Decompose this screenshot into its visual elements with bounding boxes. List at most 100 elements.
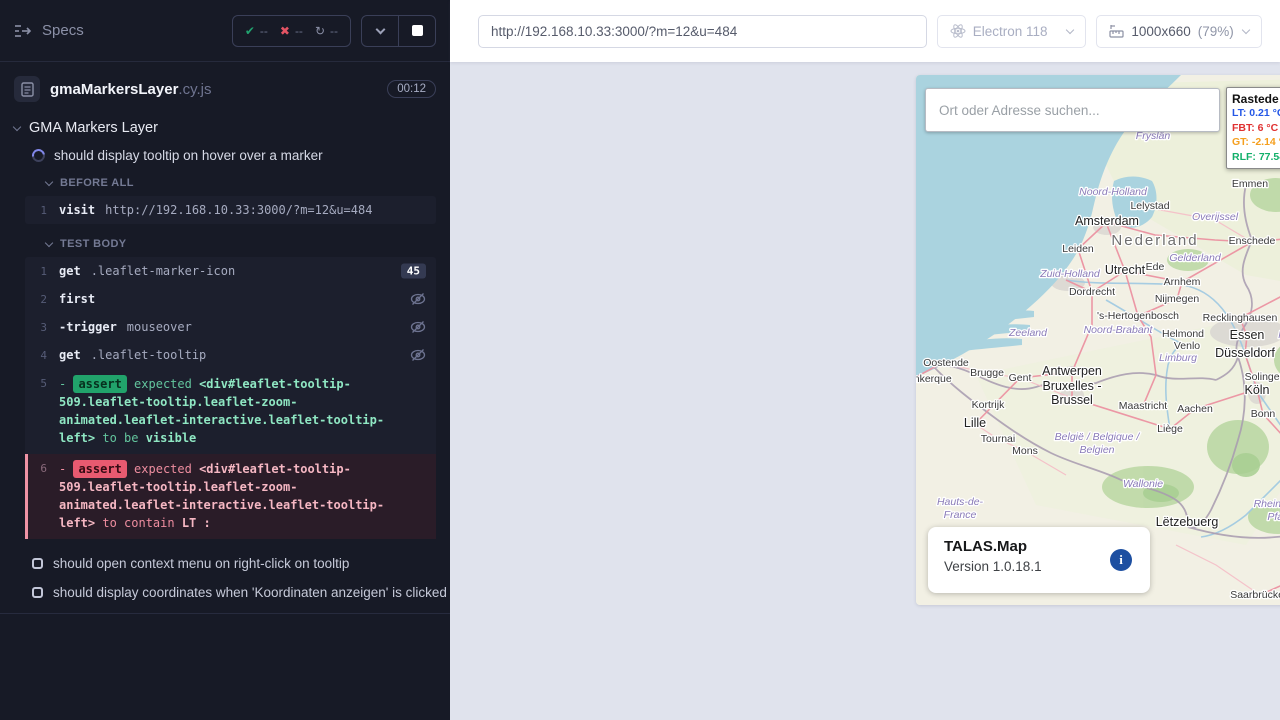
tooltip-station-name: Rastede <box>1232 92 1280 106</box>
map-place-label: Köln <box>1244 383 1269 397</box>
map-place-label: Noord-Holland <box>1079 186 1148 198</box>
test-body-commands: 1get.leaflet-marker-icon452first3-trigge… <box>25 257 436 539</box>
test-body-hook[interactable]: TEST BODY <box>0 224 450 250</box>
map-place-label: Essen <box>1230 328 1265 342</box>
map-place-label: Overijssel <box>1192 211 1239 223</box>
cypress-reporter: Specs ✔-- ✖-- ↻-- gmaMarkersLayer.cy.js <box>0 0 450 720</box>
map-place-label: Noord-Brabant <box>1084 324 1154 336</box>
browser-selector[interactable]: Electron 118 <box>937 15 1087 48</box>
map-place-label: Gent <box>1009 372 1032 384</box>
map-place-label: Brussel <box>1051 393 1093 407</box>
stat-pending: ↻-- <box>315 24 338 38</box>
spec-duration-badge: 00:12 <box>387 80 436 98</box>
collapse-button[interactable] <box>362 16 398 46</box>
test-stats: ✔-- ✖-- ↻-- <box>232 15 351 47</box>
invisible-eye-slash-icon <box>410 321 426 333</box>
before-all-commands: 1visithttp://192.168.10.33:3000/?m=12&u=… <box>25 196 436 224</box>
test-row[interactable]: should display tooltip on hover over a m… <box>0 136 450 163</box>
command-row[interactable]: 5- assert expected <div#leaflet-tooltip-… <box>25 369 436 454</box>
browser-name: Electron 118 <box>973 24 1048 39</box>
stop-icon <box>412 25 423 36</box>
map-place-label: Recklinghausen <box>1203 312 1278 324</box>
url-input[interactable] <box>491 24 914 39</box>
electron-icon <box>950 23 966 39</box>
chevron-down-icon <box>375 24 385 34</box>
map-place-label: Utrecht <box>1105 263 1146 277</box>
pending-test-title: should display coordinates when 'Koordin… <box>53 585 447 600</box>
suite-row[interactable]: GMA Markers Layer <box>0 112 450 136</box>
map-place-label: België / Belgique / <box>1055 431 1141 443</box>
before-all-hook[interactable]: BEFORE ALL <box>0 163 450 189</box>
command-row[interactable]: 4get.leaflet-tooltip <box>25 341 436 369</box>
invisible-eye-slash-icon <box>410 293 426 305</box>
command-row[interactable]: 6- assert expected <div#leaflet-tooltip-… <box>25 454 436 539</box>
pending-test-icon <box>32 558 43 569</box>
map-place-label: Bonn <box>1251 408 1276 420</box>
map-place-label: Brugge <box>970 367 1004 379</box>
map-place-label: Zuid-Holland <box>1039 268 1101 280</box>
element-count-badge: 45 <box>401 264 426 279</box>
stat-failed: ✖-- <box>280 24 303 38</box>
map-place-label: Gelderland <box>1169 252 1222 264</box>
map-place-label: Kortrijk <box>972 399 1005 411</box>
map-place-label: Saarbrücken <box>1230 589 1280 601</box>
url-bar[interactable] <box>478 15 927 48</box>
tooltip-measurement: LT: 0.21 °C <box>1232 106 1280 121</box>
map-place-label: Maastricht <box>1119 400 1168 412</box>
assert-badge: assert <box>73 375 126 393</box>
map-place-label: Dunkerque <box>916 373 952 385</box>
chevron-down-icon <box>45 178 53 186</box>
map-place-label: Antwerpen <box>1042 364 1102 378</box>
tooltip-measurement: GT: -2.14 °C <box>1232 135 1280 150</box>
map-place-label: Rheinland- <box>1254 498 1280 510</box>
map-place-label: Lëtzebuerg <box>1156 515 1219 529</box>
pending-test-row[interactable]: should open context menu on right-click … <box>0 549 450 578</box>
map-search-input[interactable] <box>926 103 1219 118</box>
map-place-label: Limburg <box>1159 352 1197 364</box>
restart-icon: ↻ <box>315 24 325 38</box>
assert-badge: assert <box>73 460 126 478</box>
map-place-label: Mons <box>1012 445 1038 457</box>
sidebar-toggle-icon <box>14 24 32 38</box>
runner-controls <box>361 15 436 47</box>
invisible-eye-slash-icon <box>410 349 426 361</box>
command-row[interactable]: 3-triggermouseover <box>25 313 436 341</box>
version-box: TALAS.Map Version 1.0.18.1 i <box>928 527 1150 593</box>
viewport-ruler-icon <box>1109 24 1124 39</box>
pending-test-row[interactable]: should display coordinates when 'Koordin… <box>0 578 450 607</box>
divider <box>0 613 450 614</box>
chevron-down-icon <box>1066 25 1074 33</box>
command-row[interactable]: 1visithttp://192.168.10.33:3000/?m=12&u=… <box>25 196 436 224</box>
stat-passed: ✔-- <box>245 24 268 38</box>
specs-toggle-button[interactable]: Specs <box>14 22 84 39</box>
stop-button[interactable] <box>399 16 435 46</box>
chevron-down-icon <box>1242 25 1250 33</box>
pending-test-icon <box>32 587 43 598</box>
leaflet-map[interactable]: BremerhavenHamburgBremenNiedersachsenEmm… <box>916 75 1280 605</box>
info-icon[interactable]: i <box>1110 549 1132 571</box>
command-row[interactable]: 2first <box>25 285 436 313</box>
viewport-selector[interactable]: 1000x660 (79%) <box>1096 15 1262 48</box>
map-place-label: Zeeland <box>1008 327 1048 339</box>
map-place-label: Aachen <box>1177 403 1213 415</box>
map-place-label: Amsterdam <box>1075 214 1139 228</box>
map-search-box[interactable] <box>925 88 1220 132</box>
spec-file-icon <box>14 76 40 102</box>
map-place-label: Bruxelles - <box>1042 379 1101 393</box>
app-root: Specs ✔-- ✖-- ↻-- gmaMarkersLayer.cy.js <box>0 0 1280 720</box>
map-place-label: Solingen <box>1245 371 1280 383</box>
viewport-size: 1000x660 <box>1131 24 1190 39</box>
map-place-label: Venlo <box>1174 340 1200 352</box>
spec-file-name: gmaMarkersLayer <box>50 81 178 98</box>
map-place-label: 's-Hertogenbosch <box>1097 310 1179 322</box>
map-place-label: Belgien <box>1079 444 1114 456</box>
spec-file-row[interactable]: gmaMarkersLayer.cy.js 00:12 <box>0 62 450 112</box>
command-row[interactable]: 1get.leaflet-marker-icon45 <box>25 257 436 285</box>
spec-file-ext: .cy.js <box>178 81 211 98</box>
failed-icon: ✖ <box>280 24 290 38</box>
marker-tooltip[interactable]: Rastede LT: 0.21 °CFBT: 6 °CGT: -2.14 °C… <box>1226 87 1280 169</box>
map-place-label: France <box>944 509 977 521</box>
viewport-zoom: (79%) <box>1198 24 1234 39</box>
map-place-label: Lelystad <box>1130 200 1169 212</box>
map-place-label: Liège <box>1157 423 1183 435</box>
